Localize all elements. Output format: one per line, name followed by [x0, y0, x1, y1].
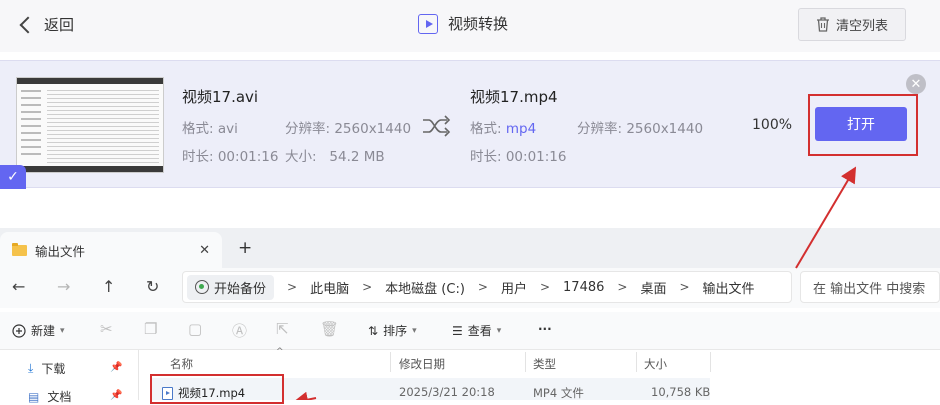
conversion-item: ✓ 视频17.avi 格式: avi 分辨率: 2560x1440 时长: 00… — [0, 60, 940, 189]
tab-output-folder[interactable]: 输出文件 ✕ — [0, 232, 222, 268]
explorer-command-bar: 新建 ▾ ✂ ❐ ▢ Ⓐ ⇱ 🗑 ⇅ 排序 ▾ ☰ 查看 ▾ ··· — [0, 312, 940, 350]
back-label: 返回 — [44, 16, 75, 34]
nav-forward-icon[interactable]: → — [57, 277, 70, 296]
chevron-right-icon: > — [679, 280, 690, 294]
breadcrumb-desktop[interactable]: 桌面 — [640, 278, 666, 297]
explorer-content: ⤓ 下载 📌 ▤ 文档 📌 ^ 名称 修改日期 类型 大小 视频17.mp4 2… — [0, 347, 940, 404]
source-file-name: 视频17.avi — [182, 88, 259, 106]
target-file-name: 视频17.mp4 — [470, 88, 558, 106]
share-icon[interactable]: ⇱ — [276, 320, 289, 338]
nav-back-icon[interactable]: ← — [12, 277, 25, 296]
chevron-right-icon: > — [287, 280, 298, 294]
explorer-tabbar: 输出文件 ✕ + — [0, 228, 940, 268]
copy-icon[interactable]: ❐ — [144, 320, 157, 338]
target-resolution: 分辨率: 2560x1440 — [577, 121, 704, 137]
pin-icon: 📌 — [110, 390, 123, 401]
document-icon: ▤ — [28, 389, 40, 404]
trash-icon — [816, 17, 829, 32]
target-format: 格式: mp4 — [470, 121, 537, 137]
search-input[interactable]: 在 输出文件 中搜索 — [800, 271, 940, 303]
close-icon: ✕ — [910, 76, 922, 92]
chevron-right-icon: > — [362, 280, 373, 294]
target-duration: 时长: 00:01:16 — [470, 149, 567, 165]
folder-icon — [12, 242, 27, 256]
breadcrumb-backup[interactable]: 开始备份 — [187, 274, 275, 300]
paste-icon[interactable]: ▢ — [188, 320, 202, 338]
video-play-icon — [418, 13, 438, 34]
breadcrumb: 开始备份 > 此电脑 > 本地磁盘 (C:) > 用户 > 17486 > 桌面… — [182, 271, 792, 303]
sidebar-item-downloads[interactable]: ⤓ 下载 — [28, 360, 65, 377]
check-icon: ✓ — [7, 169, 19, 185]
add-circle-icon — [12, 323, 26, 338]
chevron-right-icon: > — [539, 280, 551, 294]
clear-list-label: 清空列表 — [835, 19, 888, 34]
pin-icon: 📌 — [110, 362, 123, 373]
refresh-icon[interactable]: ↻ — [146, 277, 159, 296]
page-title-text: 视频转换 — [448, 15, 509, 33]
source-resolution: 分辨率: 2560x1440 — [285, 121, 412, 137]
video-thumbnail — [16, 77, 164, 173]
more-options-icon[interactable]: ··· — [538, 322, 552, 336]
chevron-right-icon: > — [477, 280, 488, 294]
breadcrumb-user-folder[interactable]: 17486 — [563, 280, 604, 295]
tab-close-icon[interactable]: ✕ — [199, 243, 210, 258]
app-header: 返回 视频转换 清空列表 — [0, 0, 940, 52]
download-icon: ⤓ — [28, 361, 34, 375]
new-tab-button[interactable]: + — [238, 238, 252, 258]
sort-ascending-icon: ^ — [276, 347, 284, 357]
column-header-type[interactable]: 类型 — [533, 356, 556, 372]
delete-icon[interactable]: 🗑 — [320, 320, 339, 338]
selected-checkbox[interactable]: ✓ — [0, 165, 26, 189]
breadcrumb-users[interactable]: 用户 — [501, 278, 527, 297]
backup-cloud-icon — [195, 280, 209, 294]
convert-shuffle-icon — [423, 115, 451, 137]
page-title: 视频转换 — [418, 13, 508, 34]
column-header-size[interactable]: 大小 — [644, 356, 667, 372]
breadcrumb-local-disk[interactable]: 本地磁盘 (C:) — [385, 278, 465, 297]
file-type-cell: MP4 文件 — [533, 386, 584, 400]
new-button[interactable]: 新建 ▾ — [12, 322, 65, 339]
sidebar-item-documents[interactable]: ▤ 文档 — [28, 388, 71, 405]
source-size: 大小: 54.2 MB — [285, 149, 385, 165]
progress-percent: 100% — [752, 117, 793, 133]
column-header-modified[interactable]: 修改日期 — [399, 356, 445, 372]
sort-icon: ⇅ — [368, 323, 379, 338]
breadcrumb-output-folder[interactable]: 输出文件 — [703, 278, 755, 297]
remove-item-button[interactable]: ✕ — [906, 74, 926, 94]
sort-button[interactable]: ⇅ 排序 ▾ — [368, 322, 417, 339]
file-size-cell: 10,758 KB — [651, 385, 711, 399]
explorer-address-bar: ← → ↑ ↻ 开始备份 > 此电脑 > 本地磁盘 (C:) > 用户 > 17… — [0, 268, 940, 308]
view-button[interactable]: ☰ 查看 ▾ — [452, 322, 501, 339]
breadcrumb-this-pc[interactable]: 此电脑 — [310, 278, 349, 297]
source-format: 格式: avi — [182, 121, 238, 137]
cut-icon[interactable]: ✂ — [100, 320, 113, 338]
view-list-icon: ☰ — [452, 323, 463, 338]
source-duration: 时长: 00:01:16 — [182, 149, 279, 165]
tab-title: 输出文件 — [35, 243, 86, 259]
column-header-name[interactable]: 名称 — [170, 356, 193, 372]
open-button[interactable]: 打开 — [815, 107, 907, 141]
rename-icon[interactable]: Ⓐ — [232, 320, 247, 341]
back-button[interactable]: 返回 — [19, 14, 75, 35]
chevron-right-icon: > — [617, 280, 628, 294]
file-modified-cell: 2025/3/21 20:18 — [399, 385, 495, 399]
nav-up-icon[interactable]: ↑ — [102, 277, 115, 296]
clear-list-button[interactable]: 清空列表 — [798, 8, 906, 41]
chevron-left-icon — [19, 16, 37, 33]
